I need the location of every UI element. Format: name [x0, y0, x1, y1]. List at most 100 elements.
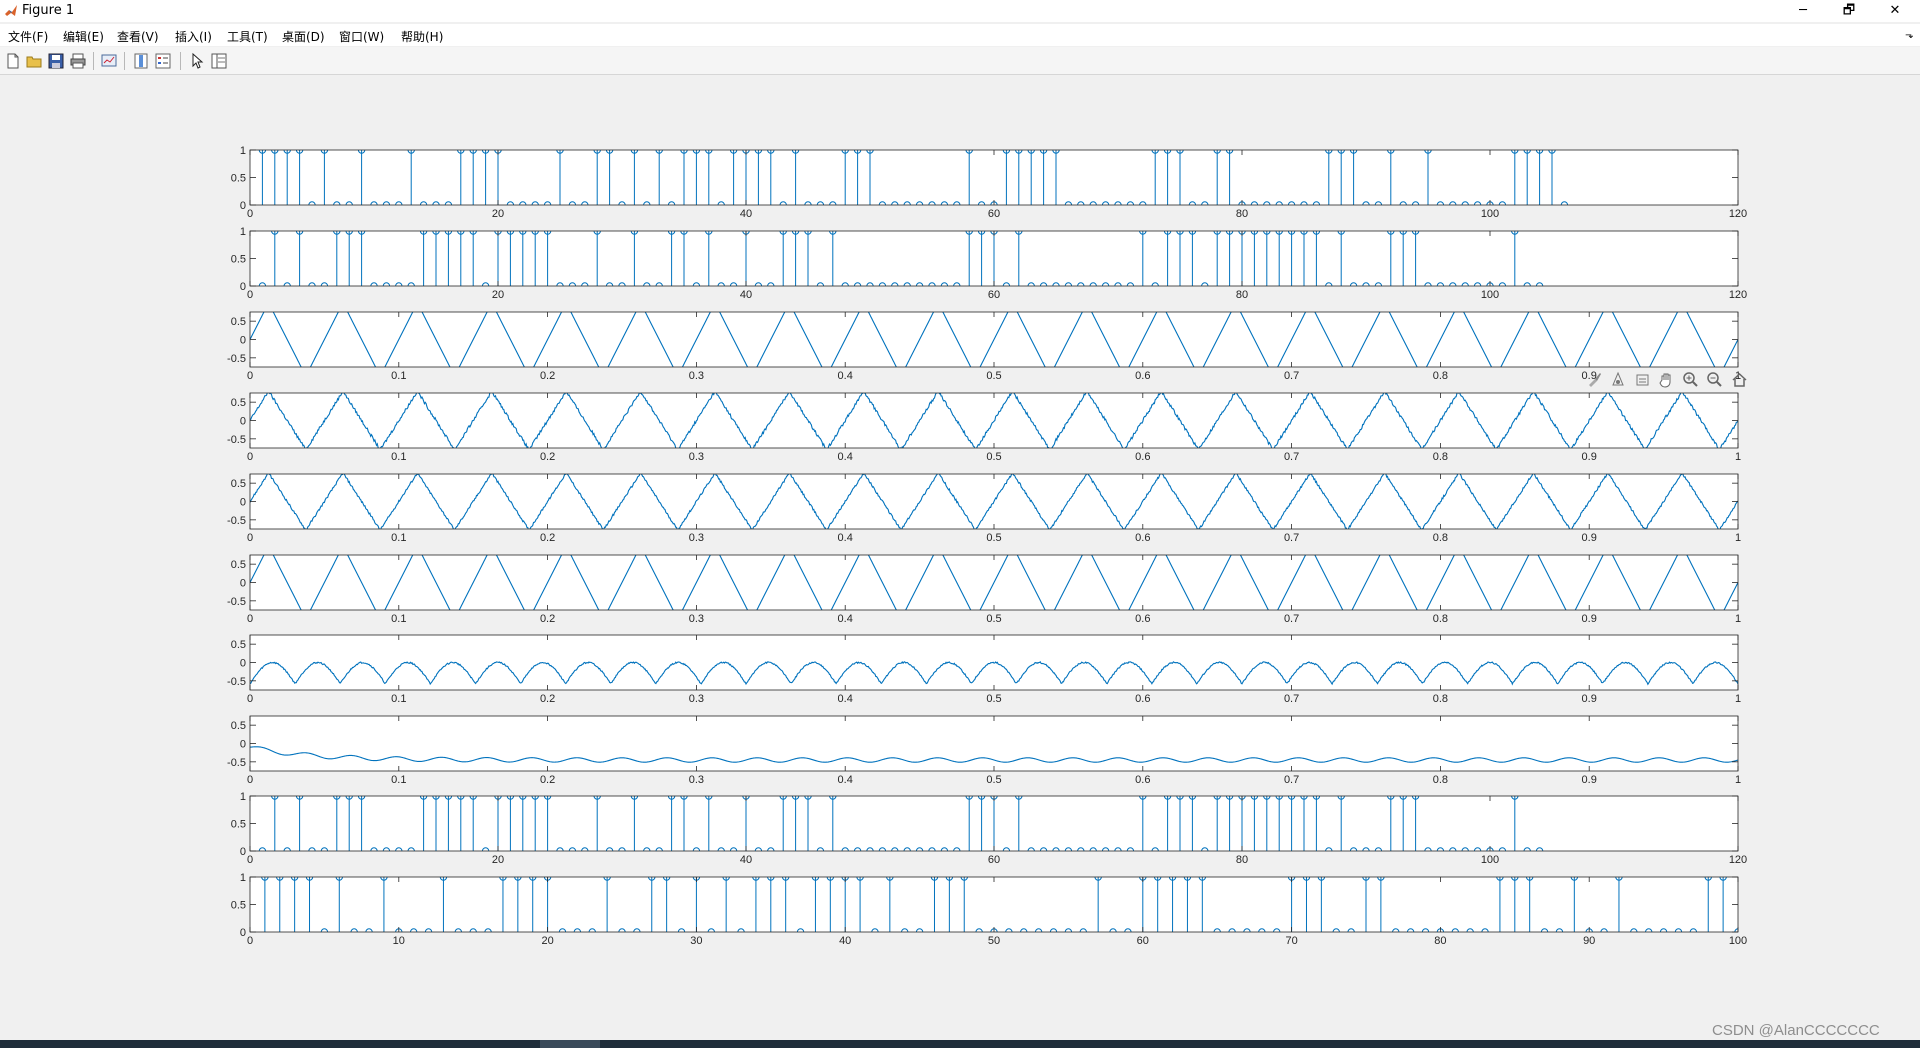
insert-legend-icon[interactable] [154, 52, 172, 70]
axes-panel-6[interactable]: 0 0.1 0.2 0.3 0.4 0.5 0.6 0.7 0.8 0.9 10.50-0.5 [227, 547, 1741, 625]
x-tick-label: 90 [1583, 935, 1595, 947]
menu-insert[interactable]: 插入(I) [175, 28, 212, 45]
menu-desktop[interactable]: 桌面(D) [282, 28, 325, 45]
axes-panel-7[interactable]: 0 0.1 0.2 0.3 0.4 0.5 0.6 0.7 0.8 0.9 10.50-0.5 [227, 634, 1741, 705]
taskbar-active-item[interactable] [540, 1040, 600, 1048]
x-tick-label: 60 [1137, 935, 1149, 947]
y-tick-label: -0.5 [227, 676, 246, 688]
close-button[interactable]: ✕ [1872, 0, 1918, 22]
x-tick-label: 0.7 [1284, 451, 1299, 463]
y-tick-label: 0 [240, 739, 246, 751]
x-tick-label: 0 [247, 935, 253, 947]
axes-panel-10[interactable]: 0 10 20 30 40 50 60 70 80 90 100 0 0.5 1 [231, 872, 1747, 947]
minimize-button[interactable]: ─ [1780, 0, 1826, 22]
axes-panel-8[interactable]: 0 0.1 0.2 0.3 0.4 0.5 0.6 0.7 0.8 0.9 10.50-0.5 [227, 715, 1741, 786]
zoom-in-icon[interactable] [1682, 371, 1699, 388]
x-tick-label: 0 [247, 208, 253, 220]
x-tick-label: 0.3 [689, 774, 704, 786]
x-tick-label: 80 [1236, 289, 1248, 301]
toolbar-separator [93, 52, 94, 70]
x-tick-label: 1 [1735, 532, 1741, 544]
axes-panel-3[interactable]: 0 0.1 0.2 0.3 0.4 0.5 0.6 0.7 0.8 0.9 10.50-0.5 [227, 304, 1741, 382]
y-tick-label: -0.5 [227, 515, 246, 527]
x-tick-label: 60 [988, 208, 1000, 220]
menu-bar: 文件(F) 编辑(E) 查看(V) 插入(I) 工具(T) 桌面(D) 窗口(W… [0, 24, 1920, 46]
x-tick-label: 0.1 [391, 451, 406, 463]
x-tick-label: 0.9 [1582, 613, 1597, 625]
menu-tools[interactable]: 工具(T) [227, 28, 268, 45]
home-icon[interactable] [1731, 371, 1748, 388]
zoom-out-icon[interactable] [1706, 371, 1723, 388]
x-tick-label: 0 [247, 854, 253, 866]
print-icon[interactable] [69, 52, 87, 70]
x-tick-label: 120 [1729, 208, 1747, 220]
save-icon[interactable] [47, 52, 65, 70]
toolbar-separator [180, 52, 181, 70]
x-tick-label: 0.6 [1135, 451, 1150, 463]
menu-edit[interactable]: 编辑(E) [63, 28, 104, 45]
x-tick-label: 100 [1481, 854, 1499, 866]
figure-canvas[interactable]: 0 20 40 60 80 100 12000.510 20 40 60 80 100 12000.51… [0, 75, 1920, 1037]
os-taskbar [0, 1040, 1920, 1048]
x-tick-label: 0.6 [1135, 693, 1150, 705]
x-tick-label: 20 [541, 935, 553, 947]
menu-file[interactable]: 文件(F) [8, 28, 48, 45]
x-tick-label: 0.5 [986, 370, 1001, 382]
property-inspector-icon[interactable] [210, 52, 228, 70]
x-tick-label: 1 [1735, 693, 1741, 705]
x-tick-label: 0.1 [391, 613, 406, 625]
x-tick-label: 0.4 [838, 532, 853, 544]
menu-overflow-arrow-icon[interactable]: ⬎ [1905, 30, 1913, 41]
x-tick-label: 0 [247, 774, 253, 786]
menu-help[interactable]: 帮助(H) [401, 28, 443, 45]
x-tick-label: 1 [1735, 451, 1741, 463]
x-tick-label: 0.1 [391, 370, 406, 382]
export-icon[interactable] [1634, 371, 1651, 388]
maximize-button[interactable]: 🗗 [1826, 0, 1872, 22]
axes-panel-2[interactable]: 0 20 40 60 80 100 120 0 0.5 1 [231, 226, 1747, 301]
x-tick-label: 120 [1729, 854, 1747, 866]
x-tick-label: 0.9 [1582, 693, 1597, 705]
x-tick-label: 0.6 [1135, 774, 1150, 786]
window-title: Figure 1 [22, 3, 75, 18]
y-tick-label: 0.5 [231, 478, 246, 490]
x-tick-label: 0.6 [1135, 532, 1150, 544]
axes-panel-1[interactable]: 0 20 40 60 80 100 120 0 0.5 1 [231, 145, 1747, 220]
x-tick-label: 0.2 [540, 451, 555, 463]
data-tip-icon[interactable] [1610, 371, 1627, 388]
axes-panel-9[interactable]: 0 20 40 60 80 100 120 0 0.5 1 [231, 791, 1747, 866]
y-tick-label: -0.5 [227, 757, 246, 769]
y-tick-label: 0.5 [231, 397, 246, 409]
axes-toolbar [1586, 371, 1750, 389]
x-tick-label: 0.7 [1284, 370, 1299, 382]
y-tick-label: -0.5 [227, 353, 246, 365]
x-tick-label: 100 [1481, 208, 1499, 220]
new-figure-icon[interactable] [4, 52, 22, 70]
x-tick-label: 0.2 [540, 532, 555, 544]
csdn-watermark: CSDN @AlanCCCCCCC [1712, 1022, 1880, 1039]
x-tick-label: 70 [1285, 935, 1297, 947]
menu-view[interactable]: 查看(V) [117, 28, 159, 45]
y-tick-label: 0.5 [231, 639, 246, 651]
x-tick-label: 0.3 [689, 451, 704, 463]
edit-plot-arrow-icon[interactable] [188, 52, 206, 70]
x-tick-label: 0.6 [1135, 370, 1150, 382]
y-tick-label: 0.5 [231, 254, 246, 266]
insert-colorbar-icon[interactable] [132, 52, 150, 70]
open-file-icon[interactable] [25, 52, 43, 70]
x-tick-label: 40 [839, 935, 851, 947]
x-tick-label: 0 [247, 693, 253, 705]
x-tick-label: 0.7 [1284, 613, 1299, 625]
x-tick-label: 100 [1729, 935, 1747, 947]
pan-hand-icon[interactable] [1658, 371, 1675, 388]
x-tick-label: 0.8 [1433, 613, 1448, 625]
brush-icon[interactable] [1586, 371, 1603, 388]
axes-panel-4[interactable]: 0 0.1 0.2 0.3 0.4 0.5 0.6 0.7 0.8 0.9 10.50-0.5 [227, 390, 1741, 463]
x-tick-label: 0.1 [391, 774, 406, 786]
y-tick-label: 0 [240, 497, 246, 509]
menu-window[interactable]: 窗口(W) [339, 28, 384, 45]
link-plot-icon[interactable] [100, 52, 118, 70]
x-tick-label: 0 [247, 532, 253, 544]
axes-panel-5[interactable]: 0 0.1 0.2 0.3 0.4 0.5 0.6 0.7 0.8 0.9 10.50-0.5 [227, 473, 1741, 545]
toolbar-separator [124, 52, 125, 70]
